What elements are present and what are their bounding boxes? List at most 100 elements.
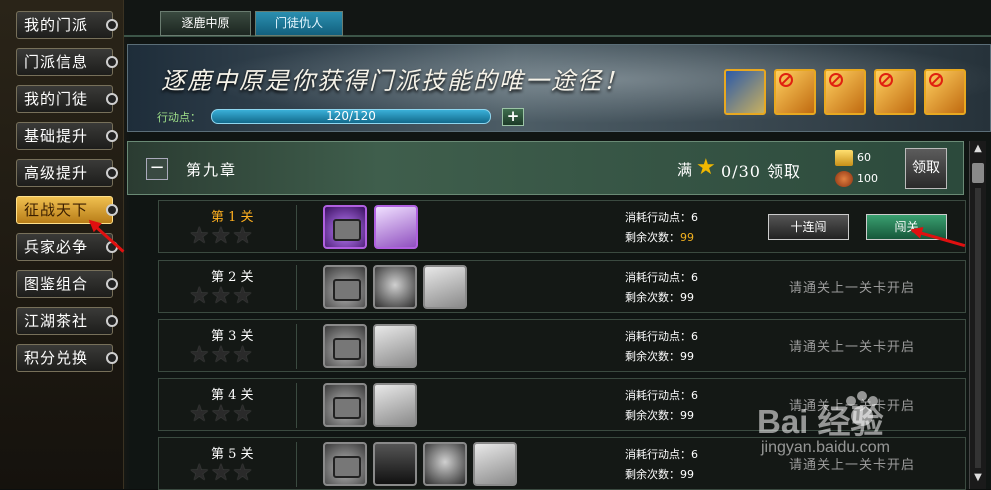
add-action-points-button[interactable]: +: [502, 108, 524, 126]
book-icon[interactable]: [374, 205, 418, 249]
book-icon[interactable]: [373, 383, 417, 427]
chapter-title: 第九章: [186, 161, 238, 179]
chest-icon[interactable]: [323, 383, 367, 427]
scroll-track: [975, 188, 981, 468]
book-icon[interactable]: [423, 265, 467, 309]
chapter-header: − 第九章 满 ★ 0/30 领取 60 100 领取: [127, 141, 964, 195]
general-icon[interactable]: [423, 442, 467, 486]
star-icon: ★: [696, 155, 716, 180]
level-remaining: 剩余次数：99: [625, 407, 694, 423]
star-rating-icon: ★★★: [189, 401, 254, 427]
sidebar-item-label: 我的门徒: [24, 90, 89, 108]
bag-icon: [835, 171, 853, 187]
general-icon[interactable]: [373, 265, 417, 309]
remaining-label: 剩余次数：: [625, 291, 680, 304]
watermark-url: jingyan.baidu.com: [761, 439, 890, 456]
knob-icon: [106, 19, 118, 31]
ten-challenges-button[interactable]: 十连闯: [768, 214, 849, 240]
sidebar-item-teahouse[interactable]: 江湖茶社: [16, 307, 118, 335]
sidebar-item-label: 江湖茶社: [24, 312, 89, 330]
scroll-up-icon[interactable]: ▲: [970, 143, 986, 157]
sidebar-item-points-exchange[interactable]: 积分兑换: [16, 344, 118, 372]
locked-hint: 请通关上一关卡开启: [789, 281, 916, 296]
tab-disciple-enemies[interactable]: 门徒仇人: [255, 11, 343, 36]
action-points-value: 120/120: [326, 109, 376, 123]
sidebar-item-label: 兵家必争: [24, 238, 89, 256]
sidebar-item-basic-upgrade[interactable]: 基础提升: [16, 122, 118, 150]
locked-icon: [879, 73, 893, 87]
locked-icon: [779, 73, 793, 87]
knob-icon: [106, 204, 118, 216]
level-remaining: 剩余次数：99: [625, 348, 694, 364]
book-icon[interactable]: [724, 69, 766, 115]
level-cost: 消耗行动点：6: [625, 389, 698, 402]
scroll-thumb[interactable]: [972, 163, 984, 183]
banner: 逐鹿中原是你获得门派技能的唯一途径！ 行动点： 120/120 +: [127, 44, 991, 132]
collapse-chapter-button[interactable]: −: [146, 158, 168, 180]
action-points-label: 行动点：: [157, 111, 201, 124]
scrollbar[interactable]: ▲ ▼: [969, 141, 986, 489]
remaining-label: 剩余次数：: [625, 231, 680, 244]
chest-icon[interactable]: [323, 205, 367, 249]
sword-icon[interactable]: [373, 442, 417, 486]
knob-icon: [106, 56, 118, 68]
locked-icon: [929, 73, 943, 87]
knob-icon: [106, 352, 118, 364]
scroll-icon[interactable]: [824, 69, 866, 115]
sidebar-item-label: 门派信息: [24, 53, 89, 71]
level-cost: 消耗行动点：6: [625, 271, 698, 284]
sidebar-item-label: 征战天下: [24, 201, 89, 219]
chest-icon[interactable]: [323, 442, 367, 486]
level-row: 第 3 关 ★★★ 消耗行动点：6 剩余次数：99 请通关上一关卡开启: [158, 319, 966, 372]
level-cost: 消耗行动点：6: [625, 448, 698, 461]
chest-icon[interactable]: [323, 324, 367, 368]
scroll-down-icon[interactable]: ▼: [970, 472, 986, 486]
divider: [296, 324, 297, 369]
knob-icon: [106, 93, 118, 105]
sidebar-item-military-contest[interactable]: 兵家必争: [16, 233, 118, 261]
remaining-label: 剩余次数：: [625, 350, 680, 363]
divider: [296, 442, 297, 487]
sidebar-item-sect-info[interactable]: 门派信息: [16, 48, 118, 76]
paw-icon: [846, 391, 878, 426]
book-icon[interactable]: [373, 324, 417, 368]
gold-icon: [835, 150, 853, 166]
remaining-label: 剩余次数：: [625, 468, 680, 481]
knob-icon: [106, 315, 118, 327]
sidebar-item-my-disciples[interactable]: 我的门徒: [16, 85, 118, 113]
divider: [296, 383, 297, 428]
knob-icon: [106, 130, 118, 142]
watermark: Bai 经验 jingyan.baidu.com: [757, 389, 947, 489]
locked-hint: 请通关上一关卡开启: [789, 340, 916, 355]
chest-icon[interactable]: [323, 265, 367, 309]
sidebar-item-advanced-upgrade[interactable]: 高级提升: [16, 159, 118, 187]
level-row: 第 2 关 ★★★ 消耗行动点：6 剩余次数：99 请通关上一关卡开启: [158, 260, 966, 313]
scroll-icon[interactable]: [924, 69, 966, 115]
game-window: 我的门派 门派信息 我的门徒 基础提升 高级提升 征战天下 兵家必争 图鉴组合 …: [0, 0, 991, 490]
remaining-value: 99: [680, 291, 694, 304]
tab-bar: 逐鹿中原 门徒仇人: [124, 0, 991, 37]
scroll-icon[interactable]: [774, 69, 816, 115]
remaining-value: 99: [680, 468, 694, 481]
level-cost: 消耗行动点：6: [625, 211, 698, 224]
tab-central-plains[interactable]: 逐鹿中原: [160, 11, 251, 36]
remaining-value: 99: [680, 409, 694, 422]
star-rating-icon: ★★★: [189, 460, 254, 486]
chapter-gold-reward: 60: [857, 151, 871, 164]
sidebar-item-codex-combo[interactable]: 图鉴组合: [16, 270, 118, 298]
level-remaining: 剩余次数：99: [625, 466, 694, 482]
level-row: 第 1 关 ★★★ 消耗行动点：6 剩余次数：99 十连闯 闯关: [158, 200, 966, 253]
book-icon[interactable]: [473, 442, 517, 486]
banner-slogan: 逐鹿中原是你获得门派技能的唯一途径！: [161, 67, 629, 95]
claim-chapter-reward-button[interactable]: 领取: [905, 148, 947, 189]
action-points-bar: 120/120: [211, 109, 491, 124]
locked-icon: [829, 73, 843, 87]
scroll-icon[interactable]: [874, 69, 916, 115]
knob-icon: [106, 167, 118, 179]
remaining-value: 99: [680, 350, 694, 363]
knob-icon: [106, 278, 118, 290]
sidebar-item-label: 我的门派: [24, 16, 89, 34]
chapter-full-label: 满: [677, 161, 693, 179]
sidebar-item-my-sect[interactable]: 我的门派: [16, 11, 118, 39]
divider: [296, 205, 297, 250]
